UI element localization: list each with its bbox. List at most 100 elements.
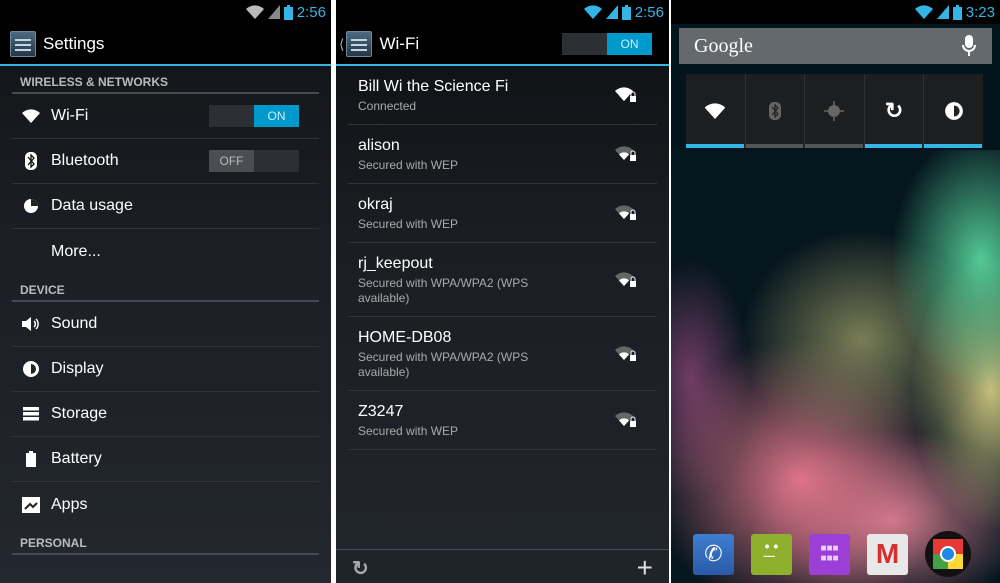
google-search-bar[interactable]: Google	[679, 28, 992, 64]
settings-item-data-usage[interactable]: Data usage	[12, 184, 319, 229]
network-item[interactable]: alison Secured with WEP	[348, 125, 657, 184]
home-screen: 3:23 Google ↻ ✆ • • ‾‾ ■■■ ■■■ M	[671, 0, 1000, 583]
wifi-icon	[20, 105, 42, 127]
settings-item-battery[interactable]: Battery	[12, 437, 319, 482]
back-chevron-icon[interactable]: ⟨	[339, 36, 344, 53]
section-header-wireless: WIRELESS & NETWORKS	[12, 66, 319, 94]
signal-icon	[267, 5, 280, 19]
sound-icon	[20, 313, 42, 335]
smiley-icon: • • ‾‾	[764, 538, 779, 570]
wifi-status-icon	[583, 5, 602, 19]
wifi-status-icon	[914, 5, 933, 19]
sync-icon: ↻	[884, 98, 904, 123]
network-name: HOME-DB08	[358, 329, 452, 346]
clock: 2:56	[634, 3, 664, 21]
chrome-app[interactable]	[925, 531, 971, 577]
settings-item-label: Wi-Fi	[51, 107, 89, 124]
battery-status-icon	[952, 4, 962, 20]
wifi-lock-icon	[615, 87, 636, 102]
qs-sync-toggle[interactable]: ↻	[864, 74, 925, 148]
network-name: Bill Wi the Science Fi	[358, 78, 509, 95]
page-title: Wi-Fi	[379, 34, 420, 53]
wifi-lock-icon	[615, 146, 636, 161]
settings-app-icon[interactable]	[346, 31, 373, 57]
messaging-app[interactable]: • • ‾‾	[751, 533, 792, 575]
network-status: Connected	[358, 99, 417, 113]
settings-item-label: Battery	[51, 450, 102, 467]
network-item[interactable]: Z3247 Secured with WEP	[348, 391, 657, 450]
bluetooth-toggle[interactable]: OFF	[209, 150, 299, 172]
bluetooth-icon	[768, 102, 781, 120]
settings-item-label: Sound	[51, 315, 98, 332]
mic-icon[interactable]	[962, 35, 976, 57]
network-name: alison	[358, 137, 400, 154]
wifi-status-icon	[245, 5, 264, 19]
wifi-lock-icon	[615, 205, 636, 220]
phone-icon: ✆	[704, 541, 723, 566]
settings-item-display[interactable]: Display	[12, 347, 319, 392]
page-title: Settings	[43, 34, 105, 53]
action-bar: ⟨ Wi-Fi ON	[336, 24, 669, 66]
settings-item-label: Apps	[51, 495, 88, 513]
toggle-label: ON	[607, 33, 652, 55]
settings-item-label: Data usage	[51, 197, 133, 214]
gps-icon	[824, 101, 845, 121]
network-name: Z3247	[358, 403, 404, 420]
wifi-screen: 2:56 ⟨ Wi-Fi ON Bill Wi the Science Fi Co…	[336, 0, 669, 583]
wifi-toggle[interactable]: ON	[209, 105, 299, 127]
settings-item-storage[interactable]: Storage	[12, 392, 319, 437]
toggle-label: OFF	[209, 150, 254, 172]
network-status: Secured with WPA/WPA2 (WPS available)	[358, 350, 529, 379]
settings-item-label: More...	[51, 242, 101, 260]
wifi-lock-icon	[615, 345, 636, 361]
settings-item-wifi[interactable]: Wi-Fi ON	[12, 94, 319, 139]
grid-icon: ■■■ ■■■	[820, 543, 839, 564]
action-bar: Settings	[0, 24, 331, 66]
network-item[interactable]: rj_keepout Secured with WPA/WPA2 (WPS ava…	[348, 243, 657, 317]
settings-item-apps[interactable]: Apps	[12, 482, 319, 527]
bluetooth-icon	[20, 150, 42, 172]
battery-status-icon	[283, 4, 293, 20]
phone-app[interactable]: ✆	[693, 533, 734, 575]
network-name: okraj	[358, 196, 393, 213]
network-item[interactable]: Bill Wi the Science Fi Connected	[348, 66, 657, 125]
status-bar: 3:23	[671, 0, 1000, 24]
qs-wifi-toggle[interactable]	[686, 74, 746, 148]
google-logo: Google	[694, 34, 753, 57]
clock: 2:56	[296, 3, 326, 21]
gmail-icon: M	[875, 538, 900, 569]
apps-icon	[20, 494, 42, 516]
wps-icon[interactable]: ↻	[352, 556, 369, 581]
settings-item-bluetooth[interactable]: Bluetooth OFF	[12, 139, 319, 184]
gmail-app[interactable]: M	[867, 533, 908, 575]
settings-item-label: Display	[51, 360, 104, 377]
wallpaper	[671, 150, 1000, 583]
network-status: Secured with WEP	[358, 217, 459, 231]
settings-item-more[interactable]: More...	[12, 229, 319, 274]
clock: 3:23	[965, 3, 995, 21]
storage-icon	[20, 403, 42, 425]
section-header-personal: PERSONAL	[12, 527, 319, 555]
qs-bluetooth-toggle[interactable]	[745, 74, 806, 148]
app-drawer[interactable]: ■■■ ■■■	[809, 533, 850, 575]
brightness-icon	[944, 102, 963, 120]
add-network-icon[interactable]: +	[637, 552, 653, 583]
section-header-device: DEVICE	[12, 274, 319, 302]
wifi-master-toggle[interactable]: ON	[562, 33, 652, 55]
settings-item-label: Storage	[51, 405, 108, 422]
network-item[interactable]: HOME-DB08 Secured with WPA/WPA2 (WPS avai…	[348, 317, 657, 391]
network-name: rj_keepout	[358, 255, 433, 272]
battery-icon	[20, 448, 42, 470]
network-status: Secured with WEP	[358, 158, 459, 172]
toggle-label: ON	[254, 105, 299, 127]
settings-screen: 2:56 Settings WIRELESS & NETWORKS Wi-Fi …	[0, 0, 331, 583]
wifi-lock-icon	[615, 271, 636, 287]
settings-app-icon[interactable]	[10, 31, 36, 57]
settings-item-sound[interactable]: Sound	[12, 302, 319, 347]
qs-gps-toggle[interactable]	[805, 74, 865, 148]
network-status: Secured with WPA/WPA2 (WPS available)	[358, 276, 529, 305]
status-bar: 2:56	[336, 0, 669, 24]
qs-brightness-toggle[interactable]	[924, 74, 983, 148]
battery-status-icon	[621, 4, 631, 20]
network-item[interactable]: okraj Secured with WEP	[348, 184, 657, 243]
